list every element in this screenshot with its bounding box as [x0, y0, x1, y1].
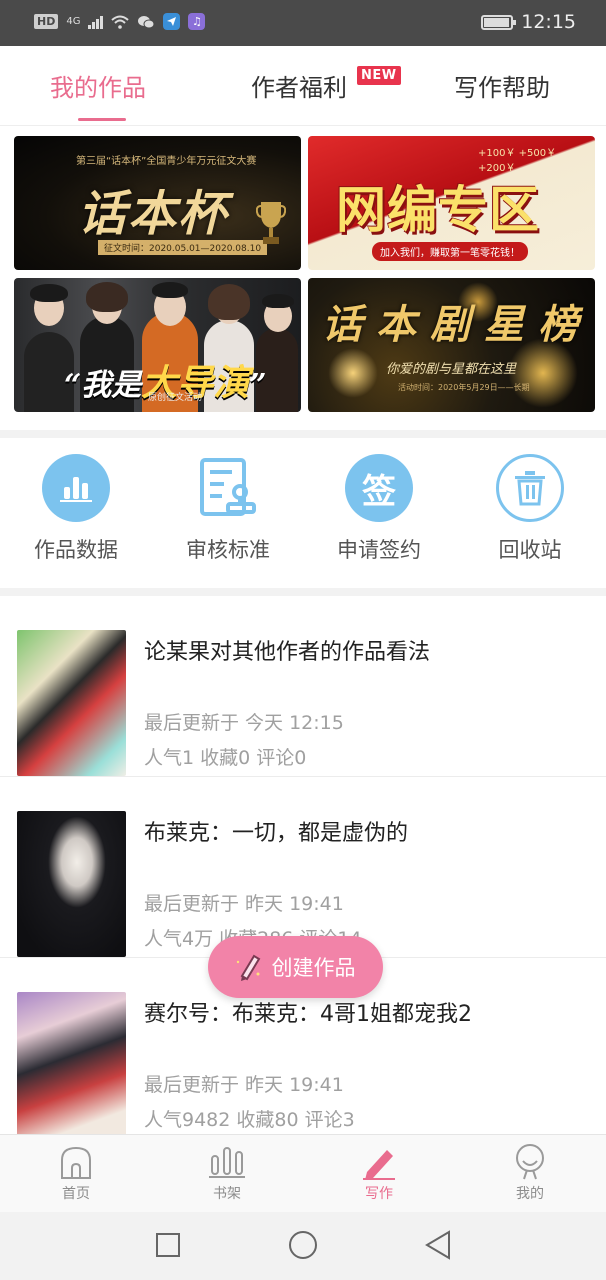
banner-slogan: 加入我们，赚取第一笔零花钱！	[372, 242, 528, 261]
profile-icon	[490, 1141, 570, 1183]
action-label: 申请签约	[337, 538, 421, 562]
music-app-icon: ♫	[188, 13, 206, 30]
work-cover-image	[17, 992, 126, 1134]
work-cover-image	[17, 630, 126, 776]
banner-title: 网编专区	[336, 180, 540, 239]
create-work-label: 创建作品	[271, 956, 356, 980]
work-stats: 人气1 收藏0 评论0	[144, 747, 307, 769]
section-divider	[0, 430, 606, 438]
back-triangle-icon[interactable]	[425, 1230, 451, 1260]
nav-bookshelf[interactable]: 书架	[187, 1141, 267, 1203]
status-left: HD 4G ♫	[34, 13, 206, 30]
active-tab-indicator	[78, 118, 126, 121]
top-tabs: 我的作品 作者福利 NEW 写作帮助	[0, 46, 606, 126]
trophy-icon	[256, 202, 286, 244]
person-image	[30, 284, 68, 302]
telegram-app-icon	[163, 13, 181, 30]
hd-badge: HD	[34, 14, 59, 29]
pencil-icon	[236, 954, 260, 981]
action-label: 作品数据	[34, 538, 118, 562]
work-updated-time: 最后更新于 今天 12:15	[144, 712, 344, 734]
work-stats: 人气9482 收藏80 评论3	[144, 1109, 355, 1131]
work-title: 布莱克：一切，都是虚伪的	[144, 821, 409, 846]
banner-title-prefix: “我是	[64, 368, 142, 403]
tab-author-benefits[interactable]: 作者福利	[251, 68, 347, 103]
tab-my-works[interactable]: 我的作品	[50, 68, 146, 103]
work-item[interactable]: 论某果对其他作者的作品看法 最后更新于 今天 12:15 人气1 收藏0 评论0	[0, 596, 606, 777]
banner-editor-zone[interactable]: +100￥ +500￥ +200￥ 网编专区 加入我们，赚取第一笔零花钱！	[308, 136, 595, 270]
banner-title: 话本剧星榜	[322, 301, 592, 348]
nav-label: 写作	[365, 1186, 393, 1202]
action-recycle-bin[interactable]: 回收站	[460, 454, 600, 564]
person-image	[262, 294, 294, 308]
action-label: 审核标准	[186, 538, 270, 562]
tab-writing-help[interactable]: 写作帮助	[454, 68, 550, 103]
banner-subtitle: 你爱的剧与星都在这里	[386, 362, 517, 377]
status-right: 12:15	[481, 11, 576, 33]
banner-subtitle: 原创征文活动	[148, 393, 203, 403]
bottom-navigation: 首页 书架 写作 我的	[0, 1134, 606, 1212]
wechat-icon	[138, 15, 155, 28]
person-image	[208, 284, 250, 320]
bookshelf-icon	[187, 1141, 267, 1183]
home-circle-icon[interactable]	[288, 1230, 318, 1260]
trash-icon	[496, 454, 564, 522]
work-title: 论某果对其他作者的作品看法	[144, 640, 431, 665]
sign-icon: 签	[345, 454, 413, 522]
work-updated-time: 最后更新于 昨天 19:41	[144, 893, 344, 915]
bar-chart-icon	[42, 454, 110, 522]
quick-actions: 作品数据 审核标准 签 申请签约 回收站	[0, 438, 606, 588]
nav-label: 首页	[62, 1186, 90, 1202]
firework-decoration	[328, 348, 378, 398]
network-type: 4G	[66, 16, 81, 27]
action-review-standard[interactable]: 审核标准	[158, 454, 298, 564]
banner-grid: 第三届“话本杯”全国青少年万元征文大赛 话本杯 征文时间：2020.05.01—…	[0, 126, 606, 430]
pen-icon	[339, 1141, 419, 1183]
review-document-icon	[194, 454, 262, 522]
person-image	[152, 282, 188, 298]
banner-title-suffix: ”	[249, 368, 267, 403]
banner-date-text: 活动时间：2020年5月29日——长期	[398, 383, 530, 392]
banner-huabenbei[interactable]: 第三届“话本杯”全国青少年万元征文大赛 话本杯 征文时间：2020.05.01—…	[14, 136, 301, 270]
action-work-data[interactable]: 作品数据	[6, 454, 146, 564]
new-badge: NEW	[357, 66, 401, 85]
section-divider	[0, 588, 606, 596]
nav-label: 我的	[516, 1186, 544, 1202]
nav-profile[interactable]: 我的	[490, 1141, 570, 1203]
status-time: 12:15	[521, 11, 576, 33]
work-cover-image	[17, 811, 126, 957]
nav-label: 书架	[213, 1186, 241, 1202]
signal-icon	[88, 15, 104, 29]
work-title: 赛尔号：布莱克：4哥1姐都宠我2	[144, 1002, 472, 1027]
work-updated-time: 最后更新于 昨天 19:41	[144, 1074, 344, 1096]
home-icon	[36, 1141, 116, 1183]
banner-title: 话本杯	[78, 186, 229, 242]
wifi-icon	[111, 15, 130, 29]
battery-level	[484, 17, 510, 27]
sign-icon-glyph: 签	[362, 471, 396, 512]
action-label: 回收站	[498, 538, 562, 562]
banner-big-director[interactable]: “我是大导演” 原创征文活动	[14, 278, 301, 412]
work-item[interactable]: 布莱克：一切，都是虚伪的 最后更新于 昨天 19:41 人气4万 收藏286 评…	[0, 777, 606, 958]
status-bar: HD 4G ♫ 12:15	[0, 0, 606, 46]
person-image	[86, 282, 128, 312]
banner-date-text: 征文时间：2020.05.01—2020.08.10	[98, 240, 268, 255]
works-list: 论某果对其他作者的作品看法 最后更新于 今天 12:15 人气1 收藏0 评论0…	[0, 596, 606, 1134]
battery-icon	[481, 14, 517, 30]
banner-top-text: 第三届“话本杯”全国青少年万元征文大赛	[76, 156, 257, 167]
nav-write[interactable]: 写作	[339, 1141, 419, 1203]
action-apply-contract[interactable]: 签 申请签约	[309, 454, 449, 564]
recent-apps-icon[interactable]	[155, 1232, 181, 1258]
create-work-button[interactable]: 创建作品	[208, 936, 383, 998]
banner-drama-star-list[interactable]: 话本剧星榜 你爱的剧与星都在这里 活动时间：2020年5月29日——长期	[308, 278, 595, 412]
nav-home[interactable]: 首页	[36, 1141, 116, 1203]
system-navigation-bar	[0, 1212, 606, 1280]
